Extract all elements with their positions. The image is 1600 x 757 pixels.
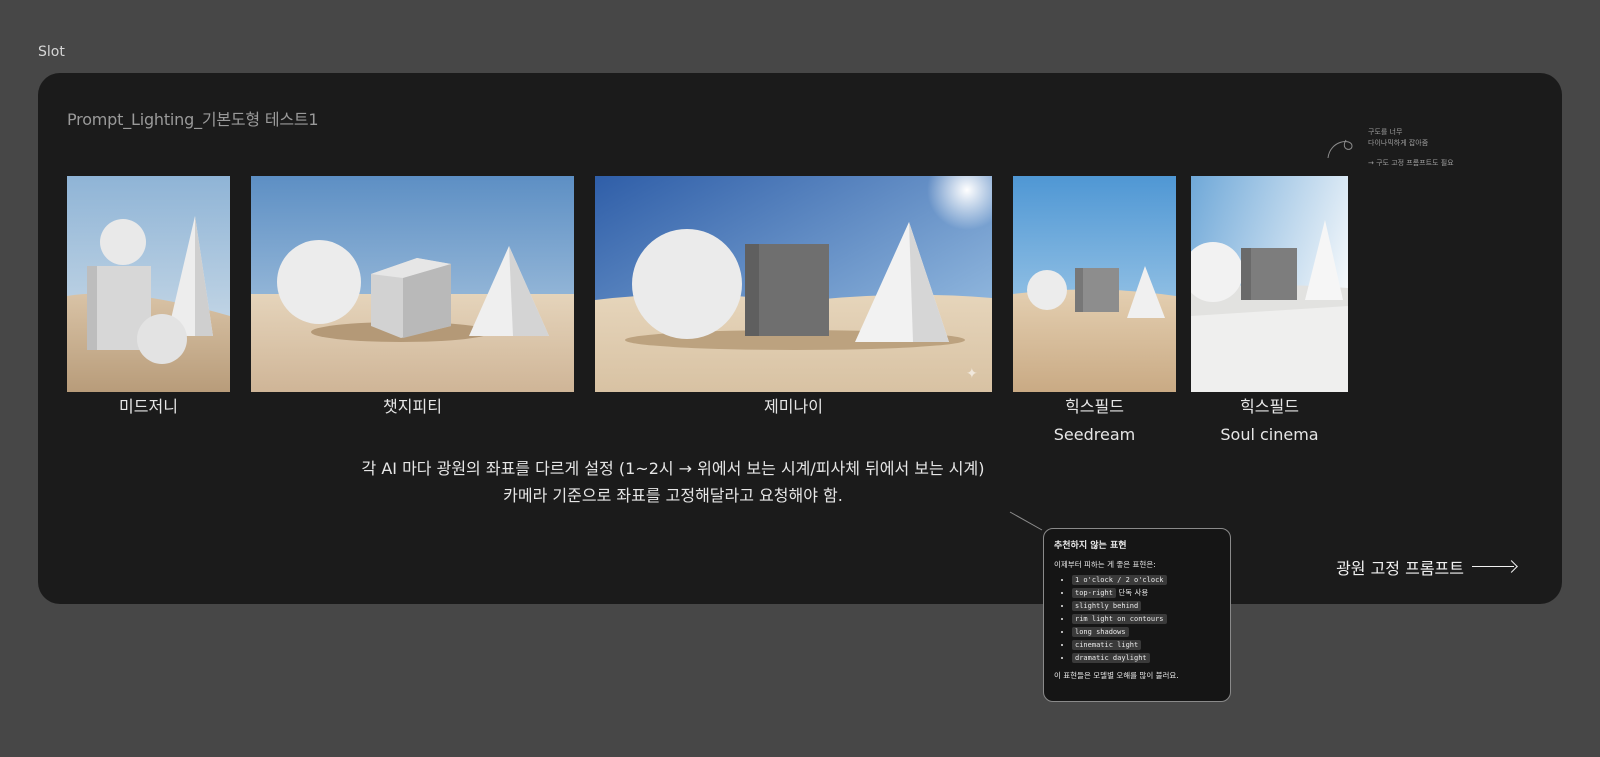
cta-label: 광원 고정 프롬프트 [1336,559,1464,578]
side-note: 구도를 너무 다이나믹하게 잡아줌 → 구도 고정 프롬프트도 필요 [1368,128,1454,167]
list-item: 1 o'clock / 2 o'clock [1072,575,1220,585]
note-line-1: 각 AI 마다 광원의 좌표를 다르게 설정 (1~2시 → 위에서 보는 시계… [361,459,985,478]
midjourney-caption: 미드저니 [119,397,178,416]
higgsfield-seedream-image[interactable] [1013,176,1176,392]
list-item: cinematic light [1072,640,1220,650]
not-recommended-expressions-card: 추천하지 않는 표현 이제부터 피하는 게 좋은 표현은: 1 o'clock … [1043,528,1231,702]
list-item: top-right 단독 사용 [1072,588,1220,598]
list-item: dramatic daylight [1072,653,1220,663]
lighting-prompt-link[interactable]: 광원 고정 프롬프트 [1336,555,1516,579]
note-line-2: 카메라 기준으로 좌표를 고정해달라고 요청해야 함. [503,486,843,505]
slot-label: Slot [38,44,65,60]
midjourney-image[interactable] [67,176,230,392]
tooltip-intro: 이제부터 피하는 게 좋은 표현은: [1054,560,1156,569]
chatgpt-image[interactable] [251,176,574,392]
tooltip-footer: 이 표현들은 모델별 오해를 많이 불러요. [1054,671,1179,680]
list-item: rim light on contours [1072,614,1220,624]
list-item: long shadows [1072,627,1220,637]
sparkle-icon: ✦ [966,366,978,382]
higgsfield-seedream-caption: 힉스필드 Seedream [1053,397,1136,444]
gemini-caption: 제미나이 [764,397,823,416]
frame-title: Prompt_Lighting_기본도형 테스트1 [67,110,319,129]
gemini-image[interactable]: ✦ [595,176,992,392]
higgsfield-soul-cinema-caption: 힉스필드 Soul cinema [1220,397,1319,444]
chatgpt-caption: 챗지피티 [383,397,442,416]
higgsfield-soul-cinema-image[interactable] [1191,176,1348,392]
slot-frame[interactable]: Prompt_Lighting_기본도형 테스트1 미드저니 챗지피티 ✦ 제미… [38,73,1562,604]
tooltip-title: 추천하지 않는 표현 [1054,541,1127,551]
expression-list: 1 o'clock / 2 o'clock top-right 단독 사용 sl… [1054,575,1220,663]
list-item: slightly behind [1072,601,1220,611]
arrow-right-icon [1472,561,1516,573]
